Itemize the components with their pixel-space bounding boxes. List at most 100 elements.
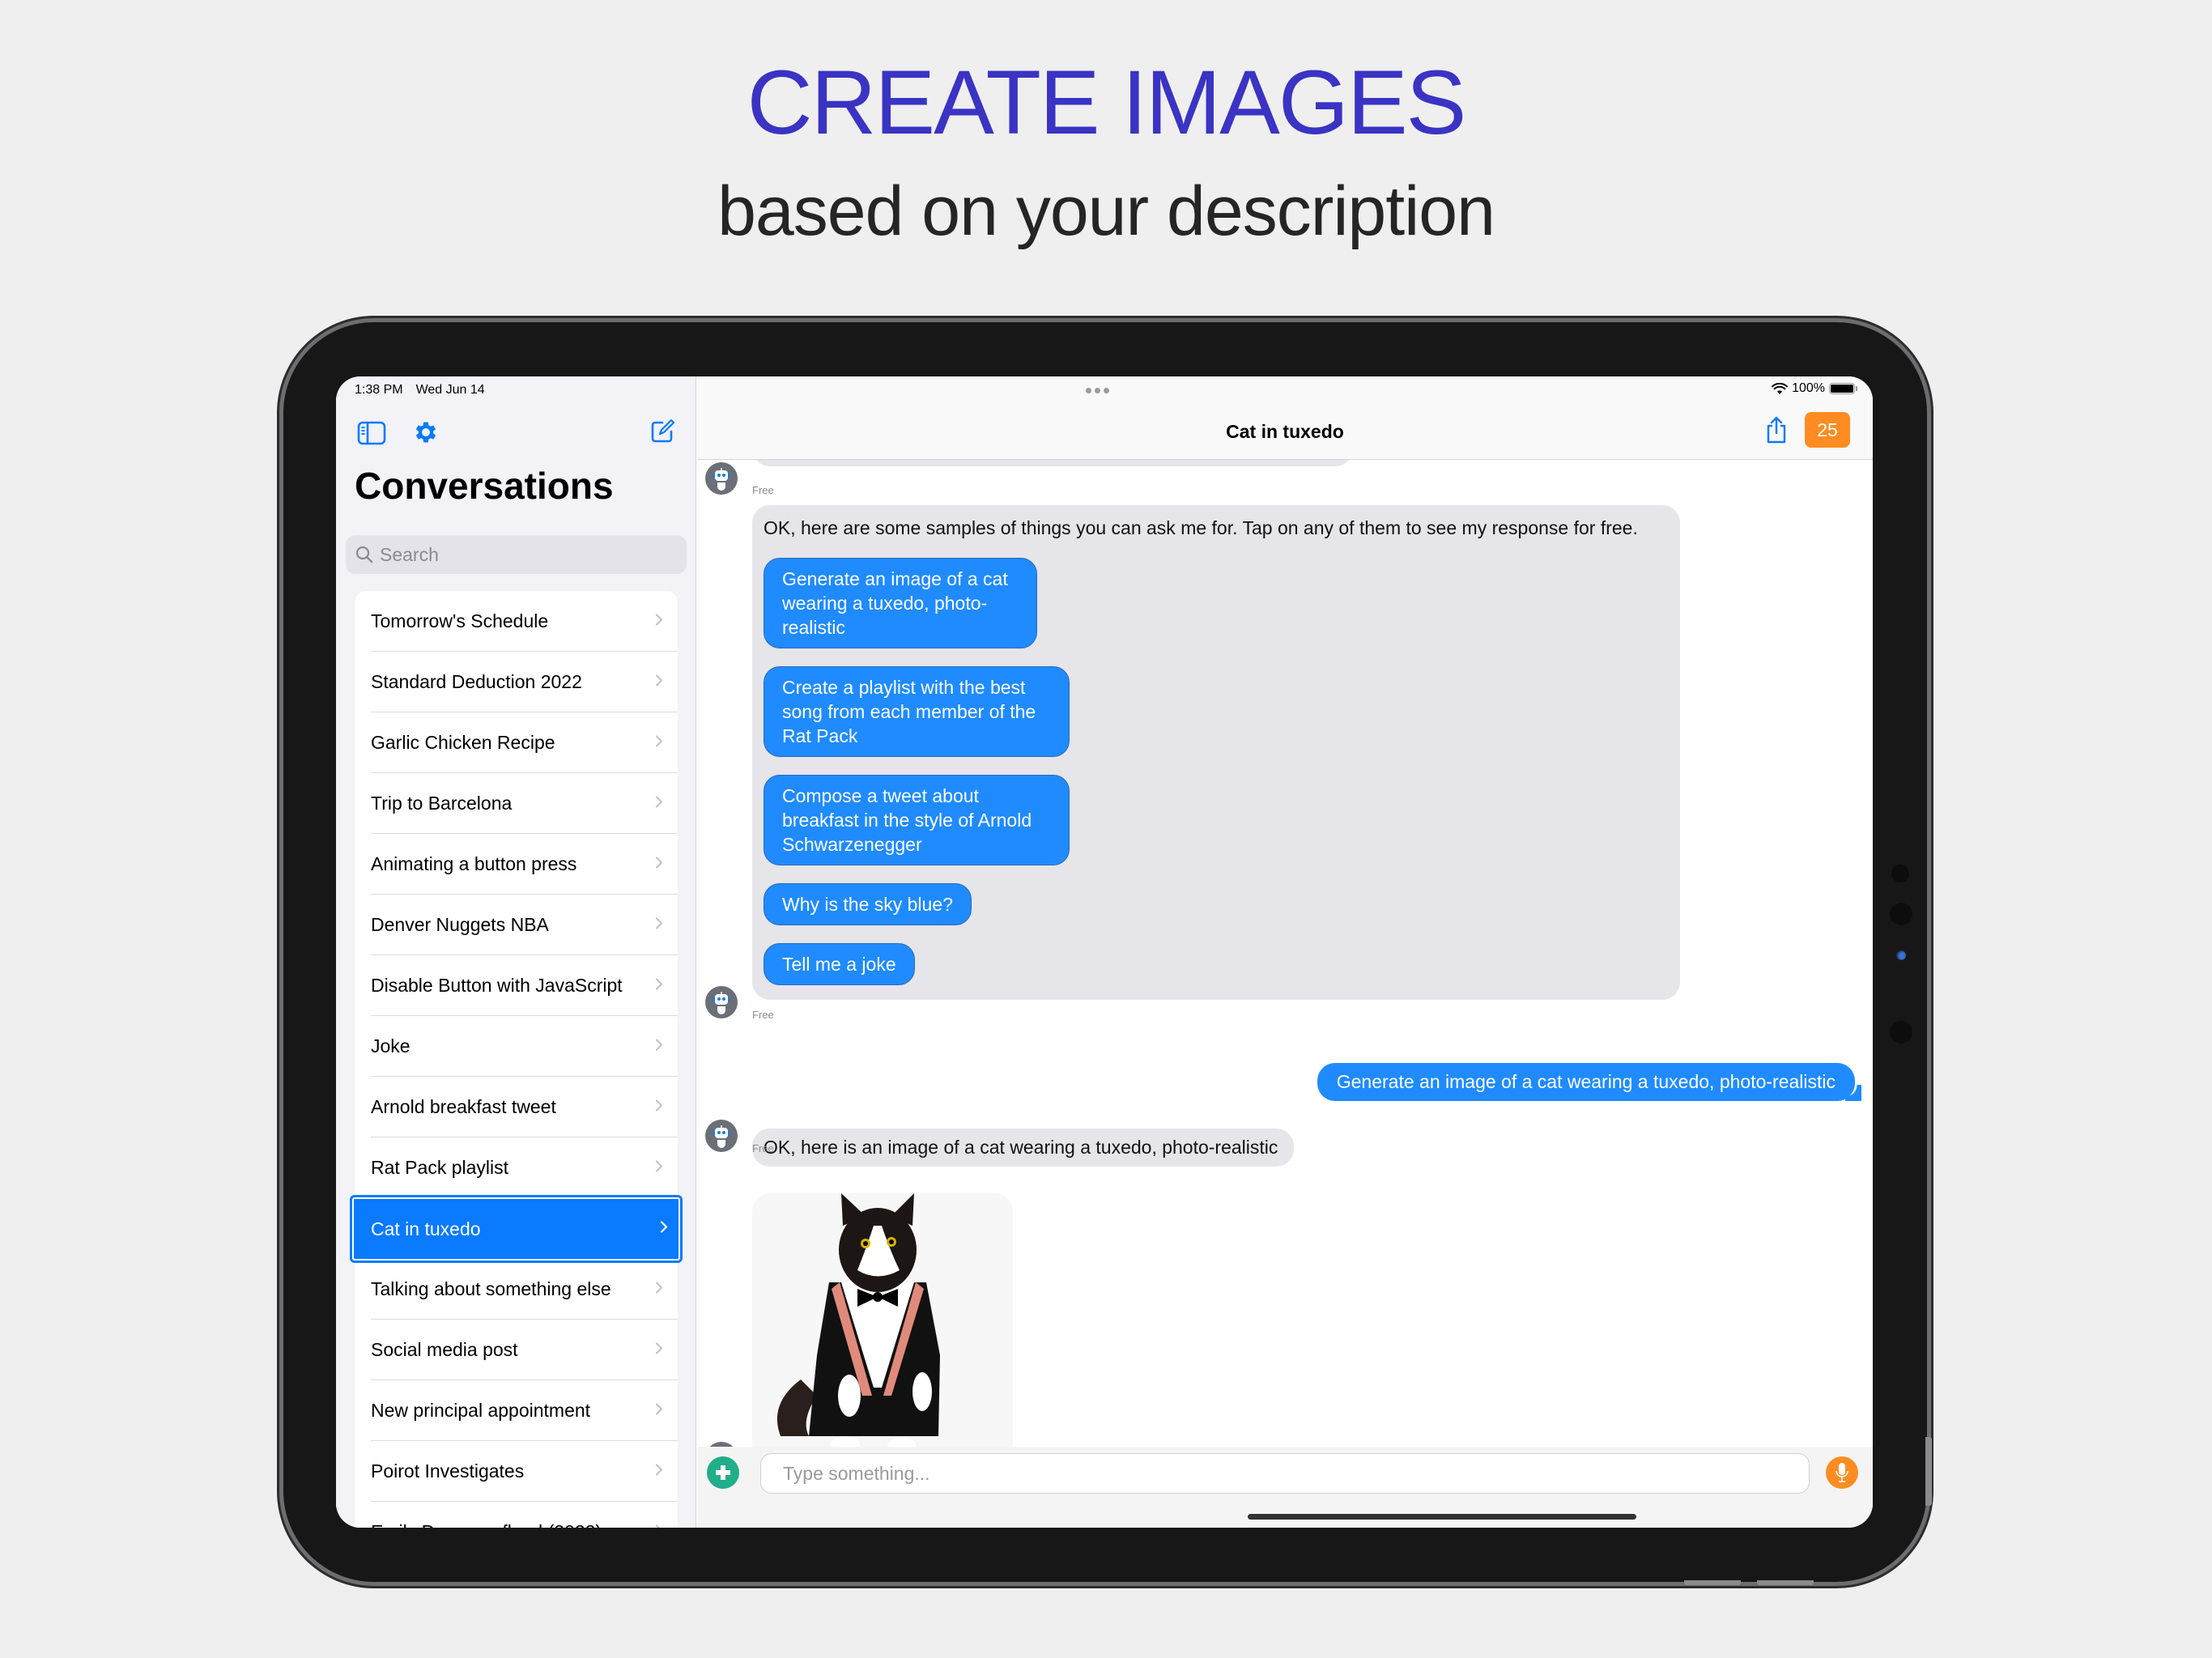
microphone-button[interactable] <box>1826 1456 1858 1489</box>
robot-icon <box>713 468 730 491</box>
chevron-right-icon <box>655 1099 663 1116</box>
message-input[interactable]: Type something... <box>760 1453 1810 1494</box>
sensor-icon <box>1891 865 1909 882</box>
conversation-item[interactable]: Joke <box>355 1016 678 1077</box>
wifi-icon <box>1772 382 1789 394</box>
bot-message-text: OK, here are some samples of things you … <box>764 517 1638 538</box>
conversation-item[interactable]: Animating a button press <box>355 834 678 895</box>
conversation-label: Rat Pack playlist <box>371 1157 509 1178</box>
suggestion-chip[interactable]: Tell me a joke <box>764 943 915 985</box>
search-input[interactable]: Search <box>346 535 687 574</box>
message-tag: Free <box>752 484 774 496</box>
chevron-right-icon <box>660 1221 668 1238</box>
compose-icon <box>651 419 675 443</box>
credits-badge[interactable]: 25 <box>1805 412 1850 448</box>
conversation-item[interactable]: Talking about something else <box>355 1259 678 1320</box>
status-date: Wed Jun 14 <box>415 383 485 397</box>
chevron-right-icon <box>655 1402 663 1419</box>
robot-icon <box>713 992 730 1014</box>
conversation-label: New principal appointment <box>371 1400 591 1421</box>
chevron-right-icon <box>655 613 663 630</box>
conversation-item[interactable]: Trip to Barcelona <box>355 773 678 834</box>
conversation-item[interactable]: Garlic Chicken Recipe <box>355 712 678 773</box>
bot-message-suggestions: OK, here are some samples of things you … <box>752 505 1680 1000</box>
conversation-item[interactable]: Emily Dunne ... flood (2022) <box>355 1502 678 1528</box>
conversation-label: Emily Dunne ... flood (2022) <box>371 1521 602 1528</box>
suggestion-chip[interactable]: Compose a tweet about breakfast in the s… <box>764 775 1070 865</box>
conversation-label: Standard Deduction 2022 <box>371 671 582 692</box>
conversation-item[interactable]: Disable Button with JavaScript <box>355 955 678 1016</box>
conversation-item[interactable]: Cat in tuxedo <box>350 1195 683 1263</box>
message-tag: Free <box>752 1009 774 1021</box>
conversation-label: Denver Nuggets NBA <box>371 914 549 935</box>
search-placeholder: Search <box>380 543 439 565</box>
conversation-label: Arnold breakfast tweet <box>371 1096 556 1117</box>
user-message: Generate an image of a cat wearing a tux… <box>1317 1063 1862 1101</box>
cat-in-tuxedo-image <box>752 1193 1013 1447</box>
chevron-right-icon <box>655 1463 663 1480</box>
status-bar-right: 100% <box>1772 381 1857 396</box>
microphone-icon <box>1836 1463 1848 1482</box>
chevron-right-icon <box>655 795 663 812</box>
message-tag: Free <box>752 1142 774 1154</box>
message-list: Free OK, here are some samples of things… <box>697 460 1873 1447</box>
chevron-right-icon <box>655 1341 663 1358</box>
conversation-item[interactable]: Arnold breakfast tweet <box>355 1077 678 1137</box>
conversation-item[interactable]: Poirot Investigates <box>355 1441 678 1502</box>
ipad-screen: 1:38 PM Wed Jun 14 Conversations Search T… <box>336 376 1873 1528</box>
conversation-item[interactable]: Denver Nuggets NBA <box>355 895 678 955</box>
sensor-icon <box>1890 1021 1912 1044</box>
message-input-placeholder: Type something... <box>783 1462 930 1484</box>
bot-message: OK, here is an image of a cat wearing a … <box>752 1129 1295 1167</box>
chevron-right-icon <box>655 1159 663 1176</box>
search-icon <box>355 546 373 563</box>
chevron-right-icon <box>655 916 663 933</box>
settings-button[interactable] <box>412 419 440 450</box>
chevron-right-icon <box>655 977 663 994</box>
plus-icon <box>716 1465 730 1480</box>
conversation-label: Cat in tuxedo <box>371 1218 481 1239</box>
compose-button[interactable] <box>649 419 675 449</box>
gear-icon <box>415 422 436 443</box>
conversation-label: Joke <box>371 1035 410 1056</box>
conversation-item[interactable]: Rat Pack playlist <box>355 1137 678 1198</box>
conversation-list: Tomorrow's Schedule Standard Deduction 20… <box>350 591 683 1528</box>
conversation-item[interactable]: Standard Deduction 2022 <box>355 652 678 712</box>
bot-avatar <box>705 986 738 1018</box>
conversation-item[interactable]: Tomorrow's Schedule <box>355 591 678 652</box>
conversation-item[interactable]: New principal appointment <box>355 1380 678 1441</box>
device-volume-button <box>1684 1580 1741 1585</box>
device-side-button <box>1925 1437 1932 1506</box>
conversation-label: Tomorrow's Schedule <box>371 610 549 631</box>
multitasking-dots-icon[interactable] <box>1086 388 1109 393</box>
chevron-right-icon <box>655 1524 663 1528</box>
promo-headline: CREATE IMAGES <box>747 52 1467 153</box>
battery-percent: 100% <box>1792 381 1825 395</box>
device-volume-button <box>1757 1580 1814 1585</box>
share-icon <box>1767 416 1786 444</box>
chat-title: Cat in tuxedo <box>1226 421 1344 442</box>
add-button[interactable] <box>707 1456 739 1489</box>
status-bar-left: 1:38 PM Wed Jun 14 <box>355 383 498 397</box>
input-bar: Type something... <box>697 1447 1873 1528</box>
conversation-label: Social media post <box>371 1339 518 1360</box>
sensor-icon <box>1890 903 1912 925</box>
suggestion-chip[interactable]: Create a playlist with the best song fro… <box>764 666 1070 757</box>
suggestion-chip[interactable]: Generate an image of a cat wearing a tux… <box>764 558 1037 648</box>
conversation-label: Talking about something else <box>371 1278 611 1299</box>
chevron-right-icon <box>655 1281 663 1298</box>
home-indicator[interactable] <box>1248 1514 1636 1520</box>
share-button[interactable] <box>1764 415 1789 449</box>
sidebar-toggle-button[interactable] <box>357 421 386 449</box>
suggestion-chip[interactable]: Why is the sky blue? <box>764 883 972 925</box>
generated-image[interactable] <box>752 1193 1013 1447</box>
bot-avatar <box>705 1120 738 1152</box>
chevron-right-icon <box>655 856 663 873</box>
camera-lens-icon <box>1896 950 1906 960</box>
status-time: 1:38 PM <box>355 383 403 397</box>
sidebar-toggle-icon <box>357 421 386 445</box>
battery-icon <box>1829 383 1857 394</box>
conversation-label: Animating a button press <box>371 853 577 874</box>
conversation-item[interactable]: Social media post <box>355 1320 678 1380</box>
chevron-right-icon <box>655 674 663 691</box>
